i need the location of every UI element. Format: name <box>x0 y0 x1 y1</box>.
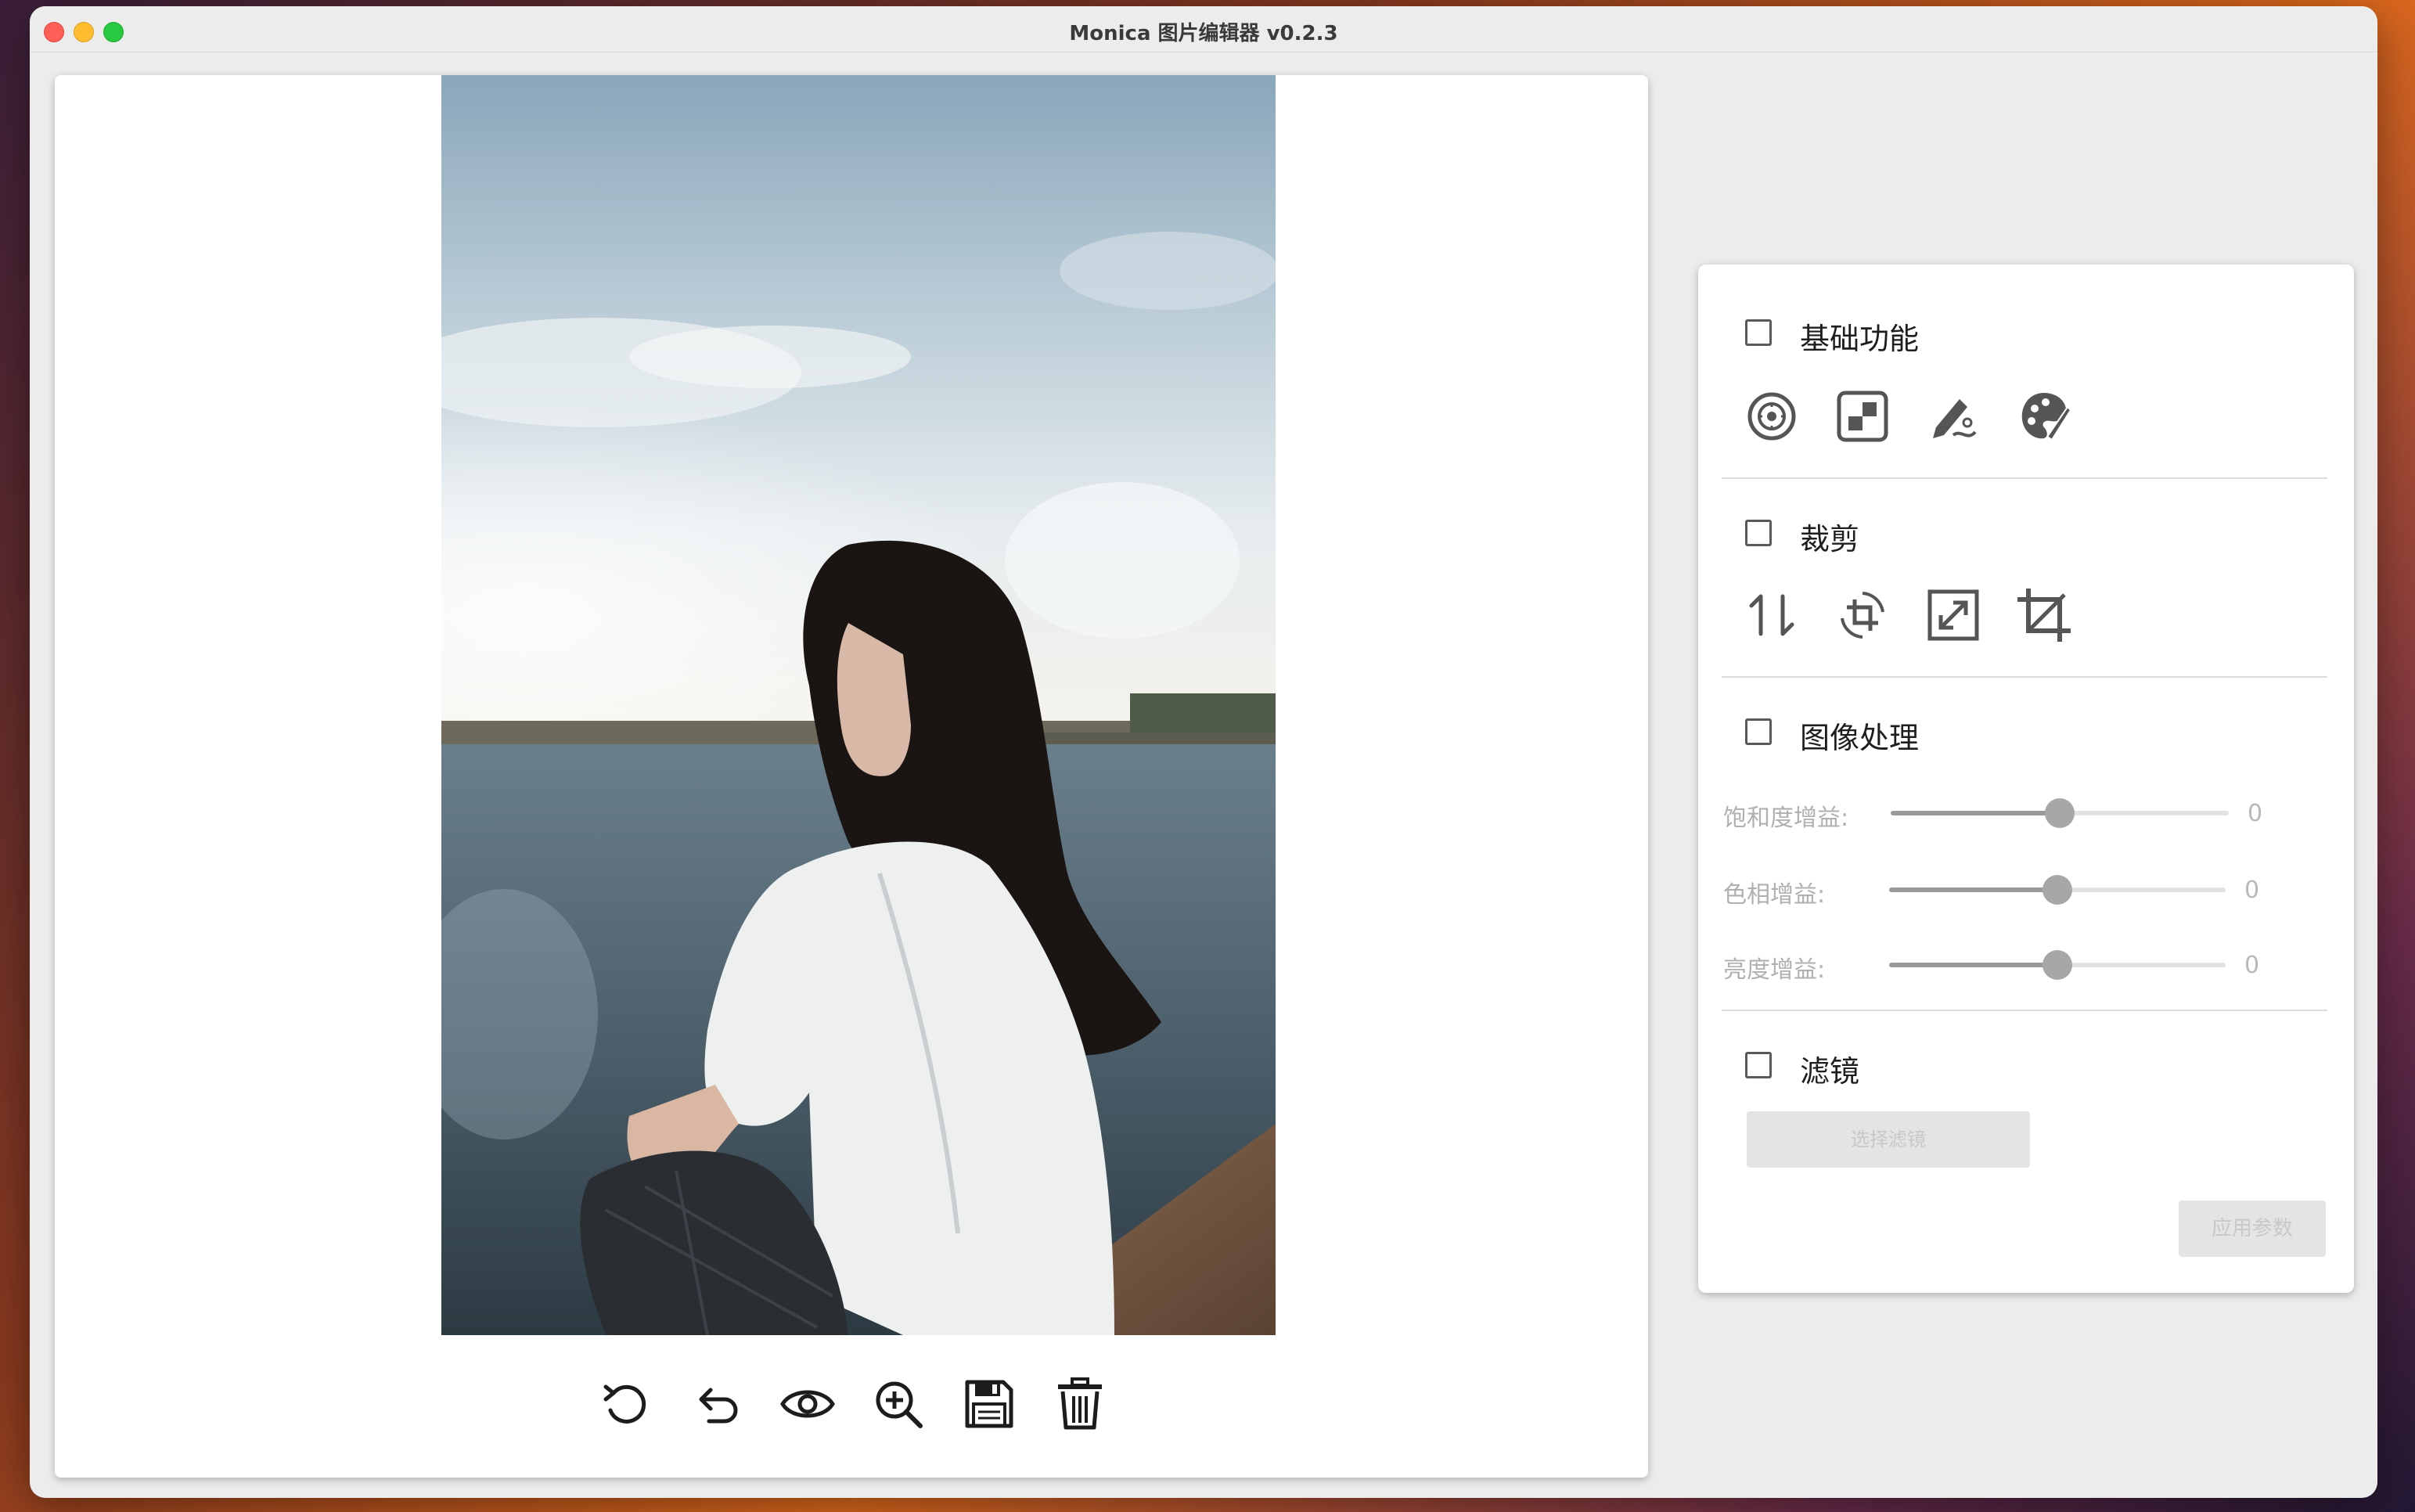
processing-label: 图像处理 <box>1800 721 1920 755</box>
window-title: Monica 图片编辑器 v0.2.3 <box>1069 22 1338 45</box>
filter-label: 滤镜 <box>1800 1054 1860 1089</box>
basic-checkbox[interactable] <box>1745 319 1772 346</box>
hue-thumb[interactable] <box>2042 875 2072 905</box>
divider <box>1722 477 2327 479</box>
app-window: Monica 图片编辑器 v0.2.3 基础功能 裁剪 图像处理 饱和度增益: … <box>30 6 2377 1498</box>
apply-params-button[interactable]: 应用参数 <box>2179 1201 2326 1257</box>
draw-button[interactable] <box>1922 385 1985 448</box>
settings-panel: 基础功能 裁剪 图像处理 饱和度增益: 0 色相增益: 0 亮度增益: 0 滤镜… <box>1698 265 2354 1293</box>
brightness-thumb[interactable] <box>2042 950 2072 980</box>
delete-button[interactable] <box>1052 1376 1108 1432</box>
palette-button[interactable] <box>2013 385 2075 448</box>
select-filter-button[interactable]: 选择滤镜 <box>1747 1111 2030 1168</box>
crop-checkbox[interactable] <box>1745 520 1772 546</box>
rotate-icon <box>603 1384 646 1424</box>
zoom-in-button[interactable] <box>870 1376 927 1432</box>
image-toolbar <box>598 1376 1114 1432</box>
rotate-crop-button[interactable] <box>1831 584 1894 646</box>
resize-button[interactable] <box>1922 584 1985 646</box>
undo-button[interactable] <box>689 1376 745 1432</box>
hue-label: 色相增益: <box>1723 881 1826 909</box>
mosaic-icon <box>1837 391 1888 442</box>
preview-eye-icon <box>780 1390 835 1418</box>
rotate-crop-icon <box>1841 592 1884 639</box>
rotate-button[interactable] <box>598 1376 654 1432</box>
saturation-slider-row: 饱和度增益: 0 <box>1723 794 2334 833</box>
zoom-in-icon <box>876 1381 923 1428</box>
saturation-slider[interactable] <box>1891 798 2229 828</box>
brightness-slider[interactable] <box>1889 950 2226 980</box>
saturation-fill <box>1891 811 2060 815</box>
draw-pen-icon <box>1933 399 1977 438</box>
delete-icon <box>1058 1377 1102 1430</box>
hue-slider-row: 色相增益: 0 <box>1723 870 2334 909</box>
divider <box>1722 1010 2327 1011</box>
undo-icon <box>699 1388 738 1424</box>
processing-checkbox[interactable] <box>1745 718 1772 745</box>
blur-circle-icon <box>1747 392 1796 441</box>
hue-slider[interactable] <box>1889 875 2226 905</box>
saturation-thumb[interactable] <box>2045 798 2075 828</box>
saturation-value: 0 <box>2248 800 2263 827</box>
saturation-label: 饱和度增益: <box>1723 805 1849 832</box>
crop-button[interactable] <box>2013 584 2075 646</box>
brightness-value: 0 <box>2244 952 2260 979</box>
save-icon <box>965 1380 1013 1428</box>
brightness-fill <box>1889 963 2057 967</box>
crop-icon <box>2017 589 2071 642</box>
image-canvas <box>55 75 1648 1478</box>
blur-button[interactable] <box>1740 385 1803 448</box>
mosaic-button[interactable] <box>1831 385 1894 448</box>
basic-label: 基础功能 <box>1800 322 1920 356</box>
brightness-label: 亮度增益: <box>1723 956 1826 984</box>
palette-icon <box>2021 393 2072 441</box>
title-bar: Monica 图片编辑器 v0.2.3 <box>30 6 2377 52</box>
filter-checkbox[interactable] <box>1745 1052 1772 1078</box>
preview-button[interactable] <box>779 1376 836 1432</box>
crop-label: 裁剪 <box>1800 522 1860 556</box>
hue-fill <box>1889 887 2057 892</box>
flip-icon <box>1749 594 1794 636</box>
brightness-slider-row: 亮度增益: 0 <box>1723 945 2334 985</box>
divider <box>1722 676 2327 678</box>
hue-value: 0 <box>2244 877 2260 904</box>
flip-button[interactable] <box>1740 584 1803 646</box>
resize-icon <box>1927 589 1979 641</box>
edited-photo <box>441 75 1276 1335</box>
save-button[interactable] <box>961 1376 1017 1432</box>
